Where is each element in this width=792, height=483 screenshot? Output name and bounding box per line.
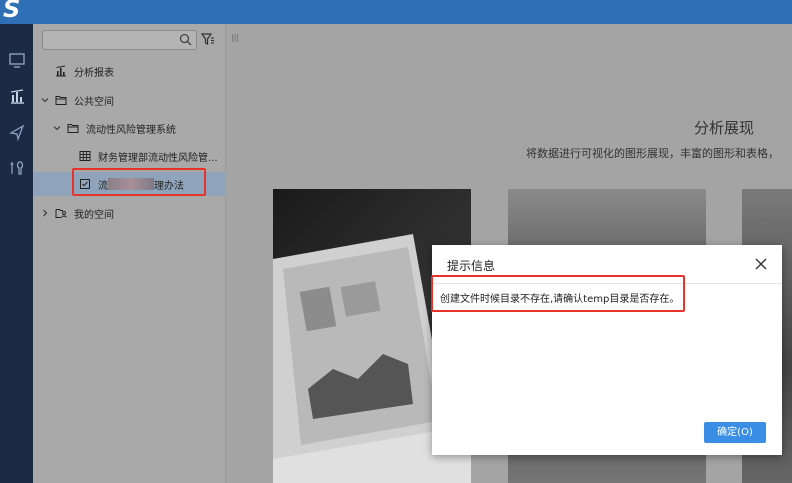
search-icon[interactable]	[179, 33, 192, 46]
close-icon[interactable]	[754, 257, 768, 271]
tree-item-my-space[interactable]: 我的空间	[33, 201, 233, 225]
tree-item-label: 财务管理部流动性风险管...	[98, 152, 218, 164]
left-nav	[0, 24, 33, 483]
panel-resize-handle[interactable]: |||	[231, 33, 239, 42]
chevron-down-icon[interactable]	[53, 124, 61, 132]
chevron-right-icon[interactable]	[41, 209, 49, 217]
nav-monitor[interactable]	[0, 42, 33, 78]
highlight-box-tree-item	[72, 168, 206, 196]
dialog-title: 提示信息	[447, 259, 496, 273]
tree-item-analysis-reports[interactable]: 分析报表	[33, 59, 247, 83]
app-logo[interactable]: S	[3, 0, 33, 23]
filter-icon[interactable]	[201, 32, 215, 46]
resource-tree-panel: 分析报表 公共空间 流动性风险管理系统 财务管理部流动性风险管... 流 理办法…	[33, 24, 271, 483]
send-icon	[8, 124, 24, 141]
top-bar: S	[0, 0, 792, 24]
table-icon	[79, 151, 91, 161]
nav-send[interactable]	[0, 114, 33, 150]
tree-item-label: 我的空间	[74, 209, 114, 221]
ok-button[interactable]: 确定(O)	[704, 422, 766, 443]
chevron-down-icon[interactable]	[41, 96, 49, 104]
report-chart-icon	[56, 65, 66, 77]
tree-item-label: 分析报表	[74, 67, 114, 79]
page-title: 分析展现	[694, 119, 755, 137]
nav-tools[interactable]	[0, 150, 33, 186]
tree-item-public-space[interactable]: 公共空间	[33, 88, 233, 112]
nav-reports[interactable]	[0, 78, 33, 114]
folder-icon	[67, 124, 79, 133]
monitor-icon	[8, 53, 25, 68]
tree-item-label: 公共空间	[74, 96, 114, 108]
tree-item-liquidity-risk-system[interactable]: 流动性风险管理系统	[33, 116, 245, 140]
folder-icon	[55, 96, 67, 105]
tree-item-label: 流动性风险管理系统	[86, 124, 176, 136]
tools-icon	[10, 161, 23, 175]
report-chart-icon	[10, 89, 24, 104]
highlight-box-message	[431, 275, 685, 312]
folder-user-icon	[55, 209, 67, 218]
search-input[interactable]	[42, 30, 197, 50]
page-subtitle: 将数据进行可视化的图形展现，丰富的图形和表格，	[526, 147, 779, 160]
